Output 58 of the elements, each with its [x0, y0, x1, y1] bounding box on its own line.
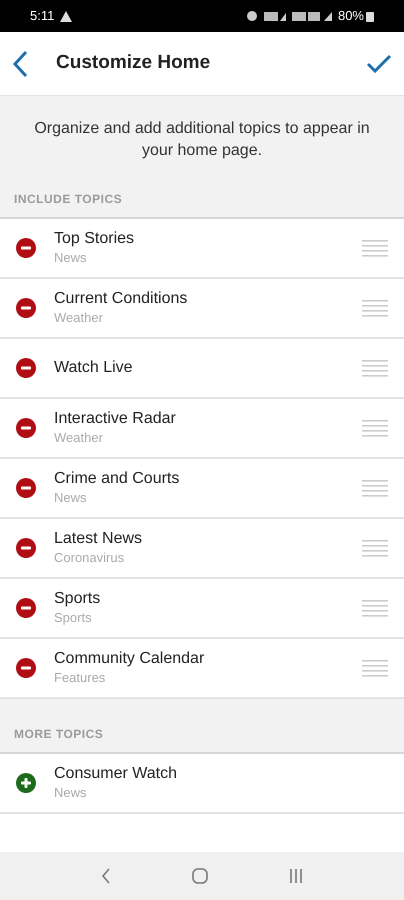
topic-name: Consumer Watch [54, 764, 178, 784]
remove-icon[interactable] [16, 598, 36, 618]
battery-icon [366, 10, 374, 22]
topic-category: News [54, 249, 88, 267]
remove-icon[interactable] [16, 298, 36, 318]
intro-text: Organize and add additional topics to appear in your home page. [0, 95, 404, 190]
drag-handle-icon[interactable] [362, 539, 388, 557]
topic-name: Current Conditions [54, 289, 188, 309]
topic-category: News [54, 489, 88, 507]
section-header: INCLUDE TOPICS [13, 191, 124, 208]
back-icon[interactable] [12, 50, 28, 78]
drag-handle-icon[interactable] [362, 359, 388, 377]
topic-row[interactable]: Sports Sports [0, 579, 404, 639]
topic-row[interactable]: Interactive Radar Weather [0, 399, 404, 459]
nav-back-icon[interactable] [100, 868, 111, 884]
topic-category: Sports [54, 609, 93, 627]
topic-name: Interactive Radar [54, 409, 177, 429]
signal-icon [264, 10, 288, 22]
topic-category: Weather [54, 429, 104, 447]
topic-row[interactable]: Latest News Coronavirus [0, 519, 404, 579]
topic-category: Coronavirus [54, 549, 126, 567]
drag-handle-icon[interactable] [362, 419, 388, 437]
battery-percent: 80% [338, 7, 364, 26]
page-title: Customize Home [56, 51, 212, 76]
add-icon[interactable] [16, 773, 36, 793]
warning-icon [60, 10, 72, 22]
signal-icon [292, 10, 334, 22]
topic-row[interactable]: Watch Live [0, 339, 404, 399]
topic-name: Crime and Courts [54, 469, 180, 489]
remove-icon[interactable] [16, 538, 36, 558]
remove-icon[interactable] [16, 658, 36, 678]
topic-row[interactable]: Current Conditions Weather [0, 279, 404, 339]
drag-handle-icon[interactable] [362, 299, 388, 317]
remove-icon[interactable] [16, 238, 36, 258]
section-header: MORE TOPICS [13, 726, 104, 743]
drag-handle-icon[interactable] [362, 599, 388, 617]
topic-name: Watch Live [54, 358, 134, 378]
topic-name: Top Stories [54, 229, 136, 249]
check-icon[interactable] [366, 54, 392, 74]
remove-icon[interactable] [16, 478, 36, 498]
remove-icon[interactable] [16, 358, 36, 378]
topic-row[interactable]: Consumer Watch News [0, 754, 404, 814]
status-time: 5:11 [30, 7, 54, 26]
nav-home-icon[interactable] [192, 868, 208, 884]
nav-recents-icon[interactable] [289, 868, 304, 884]
topic-name: Community Calendar [54, 649, 206, 669]
topic-category: Features [54, 669, 106, 687]
topic-row[interactable]: Top Stories News [0, 219, 404, 279]
topic-name: Latest News [54, 529, 144, 549]
topic-row[interactable]: Community Calendar Features [0, 639, 404, 699]
topic-category: Weather [54, 309, 104, 327]
remove-icon[interactable] [16, 418, 36, 438]
topic-name: Sports [54, 589, 102, 609]
drag-handle-icon[interactable] [362, 479, 388, 497]
drag-handle-icon[interactable] [362, 659, 388, 677]
topic-category: News [54, 784, 88, 802]
topic-row[interactable]: Crime and Courts News [0, 459, 404, 519]
drag-handle-icon[interactable] [362, 239, 388, 257]
